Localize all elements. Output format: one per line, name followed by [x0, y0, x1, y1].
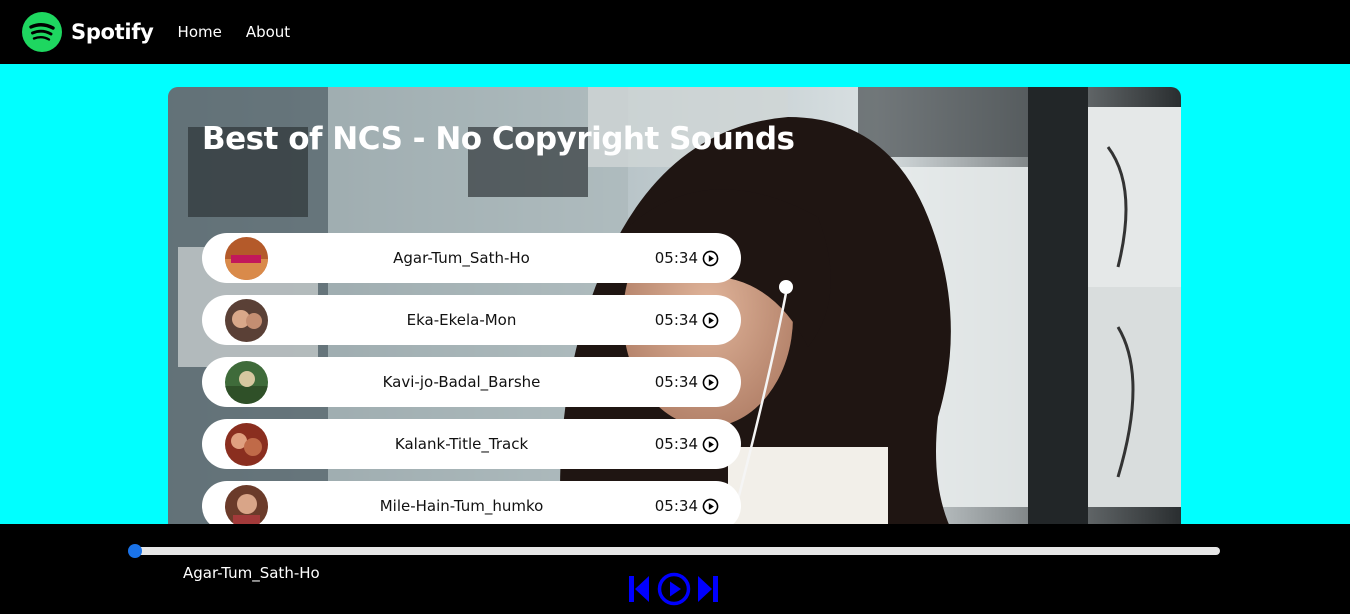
- nav-link-home[interactable]: Home: [178, 23, 222, 41]
- song-name: Mile-Hain-Tum_humko: [379, 497, 544, 515]
- song-list: Agar-Tum_Sath-Ho 05:34 Eka-Ekela-Mon 05:…: [202, 233, 741, 543]
- song-name: Kavi-jo-Badal_Barshe: [382, 373, 541, 391]
- play-circle-icon[interactable]: [657, 572, 691, 606]
- brand-link[interactable]: Spotify: [22, 12, 154, 52]
- spotify-logo-icon: [22, 12, 62, 52]
- song-cover-image: [225, 422, 268, 466]
- player-bar: Agar-Tum_Sath-Ho: [0, 524, 1350, 614]
- playback-controls: [628, 572, 719, 606]
- previous-icon[interactable]: [628, 574, 650, 604]
- song-cover-image: [225, 484, 268, 528]
- song-name: Agar-Tum_Sath-Ho: [393, 249, 530, 267]
- song-meta: 05:34: [655, 249, 719, 267]
- next-icon[interactable]: [697, 574, 719, 604]
- song-name: Eka-Ekela-Mon: [406, 311, 517, 329]
- song-meta: 05:34: [655, 311, 719, 329]
- song-name: Kalank-Title_Track: [394, 435, 529, 453]
- song-duration: 05:34: [654, 435, 698, 453]
- song-cover-image: [225, 360, 268, 404]
- nav-link-about[interactable]: About: [246, 23, 290, 41]
- song-cover-image: [225, 236, 268, 280]
- playlist-container: Best of NCS - No Copyright Sounds Agar-T…: [168, 87, 1181, 557]
- song-item[interactable]: Eka-Ekela-Mon 05:34: [202, 295, 741, 345]
- play-circle-icon[interactable]: [702, 312, 719, 329]
- brand-name: Spotify: [71, 20, 154, 44]
- song-item[interactable]: Agar-Tum_Sath-Ho 05:34: [202, 233, 741, 283]
- song-meta: 05:34: [655, 435, 719, 453]
- play-circle-icon[interactable]: [702, 436, 719, 453]
- play-circle-icon[interactable]: [702, 374, 719, 391]
- song-duration: 05:34: [654, 311, 698, 329]
- play-circle-icon[interactable]: [702, 250, 719, 267]
- song-meta: 05:34: [655, 497, 719, 515]
- song-cover-image: [225, 298, 268, 342]
- song-item[interactable]: Kalank-Title_Track 05:34: [202, 419, 741, 469]
- progress-bar[interactable]: [128, 544, 1220, 558]
- play-circle-icon[interactable]: [702, 498, 719, 515]
- now-playing-title: Agar-Tum_Sath-Ho: [183, 564, 320, 582]
- song-item[interactable]: Kavi-jo-Badal_Barshe 05:34: [202, 357, 741, 407]
- song-duration: 05:34: [654, 497, 698, 515]
- song-duration: 05:34: [654, 249, 698, 267]
- progress-handle[interactable]: [128, 544, 142, 558]
- playlist-title: Best of NCS - No Copyright Sounds: [202, 121, 795, 157]
- song-meta: 05:34: [655, 373, 719, 391]
- song-duration: 05:34: [654, 373, 698, 391]
- top-navbar: Spotify Home About: [0, 0, 1350, 64]
